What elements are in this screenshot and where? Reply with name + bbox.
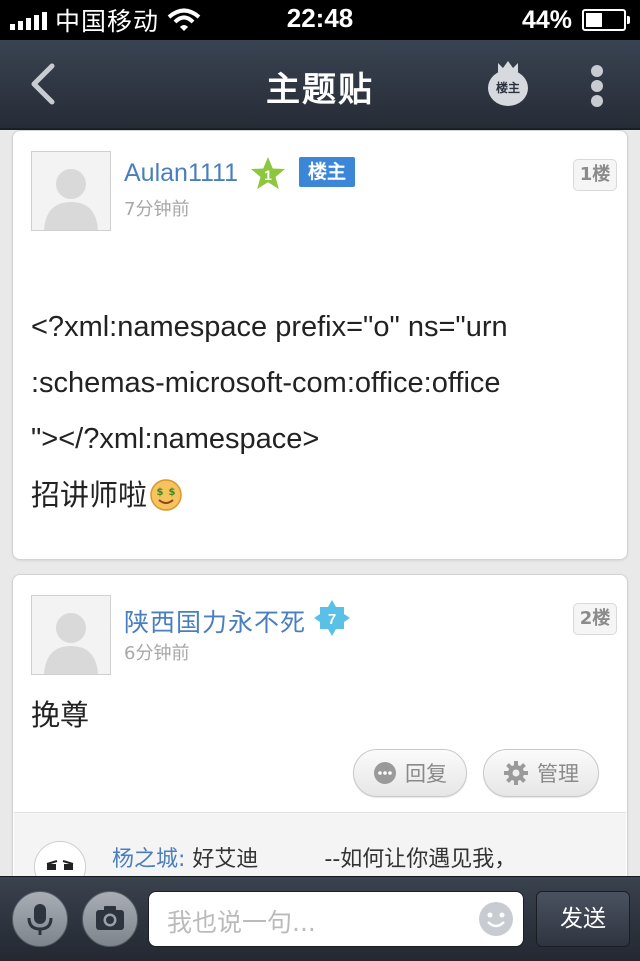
send-button[interactable]: 发送: [536, 891, 630, 947]
default-avatar-icon: [32, 152, 110, 230]
battery-icon: [582, 9, 630, 31]
camera-icon: [96, 906, 124, 930]
page-title: 主题贴: [266, 70, 374, 110]
content-line: "></?xml:namespace>: [31, 423, 320, 455]
username[interactable]: 陕西国力永不死: [124, 603, 306, 639]
default-avatar-icon: [32, 596, 110, 674]
avatar[interactable]: [31, 595, 111, 675]
level-badge-icon: 1: [251, 157, 285, 189]
content-line: 挽尊: [31, 698, 90, 732]
svg-text:$: $: [157, 487, 164, 498]
sub-reply-text: 杨之城: 好艾迪 --如何让你遇见我，: [112, 841, 516, 873]
avatar[interactable]: [31, 151, 111, 231]
smiley-icon[interactable]: [477, 900, 515, 938]
money-face-emoji-icon: $ $: [150, 479, 182, 511]
camera-button[interactable]: [82, 891, 138, 947]
post-card: Aulan1111 1 楼主 7分钟前 1楼 <?xml:namespace p…: [12, 130, 628, 560]
manage-button[interactable]: 管理: [483, 749, 599, 797]
comment-input[interactable]: 我也说一句...: [148, 891, 524, 947]
more-vertical-icon[interactable]: [588, 62, 606, 108]
microphone-icon: [27, 904, 53, 935]
status-bar: 中国移动 22:48 44%: [0, 0, 640, 40]
reply-button-label: 回复: [405, 762, 447, 786]
floor-number: 2楼: [573, 603, 617, 635]
level-number: 1: [264, 167, 272, 183]
post-time: 6分钟前: [124, 643, 190, 664]
level-badge-icon: 7: [314, 600, 350, 636]
reply-button[interactable]: 回复: [353, 749, 467, 797]
sub-reply-author[interactable]: 杨之城:: [112, 847, 185, 872]
gear-icon: [504, 761, 528, 785]
content-line: :schemas-microsoft-com:office:office: [31, 367, 501, 399]
floor-number: 1楼: [573, 159, 617, 191]
navigation-bar: 主题贴 楼主: [0, 40, 640, 130]
voice-input-button[interactable]: [12, 891, 68, 947]
level-number: 7: [328, 611, 336, 628]
sub-reply-content: 好艾迪 --如何让你遇见我，: [192, 847, 517, 872]
content-line: <?xml:namespace prefix="o" ns="urn: [31, 311, 508, 343]
owner-badge: 楼主: [299, 157, 355, 187]
owner-only-button[interactable]: 楼主: [486, 60, 532, 110]
manage-button-label: 管理: [537, 762, 579, 786]
username[interactable]: Aulan1111: [124, 159, 238, 188]
post-time: 7分钟前: [124, 199, 190, 220]
content-line: 招讲师啦: [31, 478, 148, 512]
post-content: <?xml:namespace prefix="o" ns="urn :sche…: [31, 299, 508, 523]
owner-only-label: 楼主: [488, 70, 528, 106]
chat-bubble-icon: [374, 762, 396, 784]
battery-percent: 44%: [521, 5, 572, 34]
post-content: 挽尊: [31, 687, 89, 743]
comment-toolbar: 我也说一句... 发送: [0, 876, 640, 961]
comment-input-placeholder: 我也说一句...: [167, 908, 316, 937]
svg-text:$: $: [169, 487, 176, 498]
